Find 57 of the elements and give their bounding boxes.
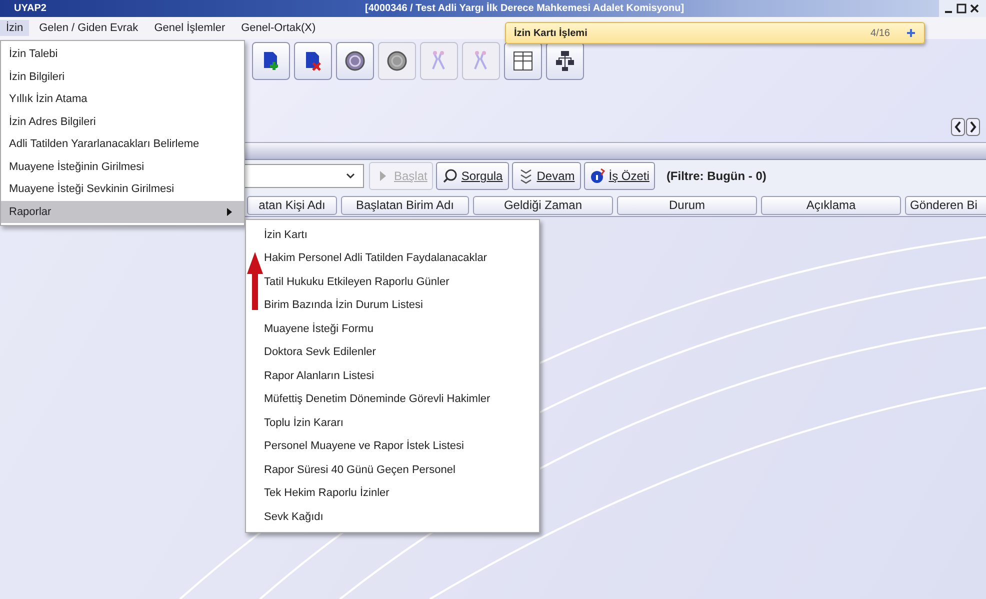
app-name: UYAP2 xyxy=(13,3,48,14)
submenu-item[interactable]: Müfettiş Denetim Döneminde Görevli Hakimler xyxy=(246,388,539,411)
column-header[interactable]: Başlatan Birim Adı xyxy=(341,196,469,215)
menu-item[interactable]: Raporlar xyxy=(1,200,244,223)
submenu-item[interactable]: Tek Hekim Raporlu İzinler xyxy=(246,482,539,505)
menu-bar-item[interactable]: Genel-Ortak(X) xyxy=(235,20,322,36)
submenu-item[interactable]: Hakim Personel Adli Tatilden Faydalanacaklar xyxy=(246,246,539,270)
submenu-item[interactable]: Doktora Sevk Edilenler xyxy=(246,340,539,364)
continue-button[interactable]: Devam xyxy=(512,162,581,190)
menu-item[interactable]: İzin Talebi xyxy=(1,43,244,66)
column-header[interactable]: Geldiği Zaman xyxy=(473,196,613,215)
search-icon xyxy=(442,168,458,184)
grid-icon xyxy=(511,49,535,73)
column-header[interactable]: Durum xyxy=(617,196,757,215)
dropdown-icon xyxy=(346,173,355,179)
search-button[interactable]: Sorgula xyxy=(436,162,509,190)
submenu-item[interactable]: Rapor Alanların Listesi xyxy=(246,364,539,388)
close-icon[interactable] xyxy=(969,3,980,14)
add-document-button[interactable] xyxy=(252,42,290,80)
submenu-item[interactable]: Personel Muayene ve Rapor İstek Listesi xyxy=(246,434,539,458)
circle-button[interactable] xyxy=(336,42,374,80)
submenu-item[interactable]: İzin Kartı xyxy=(246,223,539,246)
maximize-icon[interactable] xyxy=(956,3,967,14)
menu-bar-item[interactable]: Genel İşlemler xyxy=(148,20,232,36)
submenu-item[interactable]: Toplu İzin Kararı xyxy=(246,411,539,434)
menu-bar-item[interactable]: Gelen / Giden Evrak xyxy=(33,20,144,36)
summary-button[interactable]: İş Özeti xyxy=(584,162,656,190)
circle-icon xyxy=(385,49,409,73)
column-header[interactable]: Açıklama xyxy=(761,196,901,215)
menu-item[interactable]: İzin Bilgileri xyxy=(1,66,244,88)
circle-icon xyxy=(343,49,367,73)
submenu-item[interactable]: Tatil Hukuku Etkileyen Raporlu Günler xyxy=(246,270,539,294)
tree-button[interactable] xyxy=(546,42,584,80)
grid-button[interactable] xyxy=(504,42,542,80)
window-title: [4000346 / Test Adli Yargı İlk Derece Mahkemesi Adalet Komisyonu] xyxy=(365,3,686,14)
arrow-annotation xyxy=(247,252,263,310)
column-header[interactable]: atan Kişi Adı xyxy=(247,196,337,215)
tree-icon xyxy=(553,49,577,73)
plus-icon[interactable] xyxy=(906,28,916,38)
menu-item[interactable]: Adli Tatilden Yararlanacakları Belirleme xyxy=(1,133,244,156)
submenu-item[interactable]: Muayene İsteği Formu xyxy=(246,317,539,340)
notification-title: İzin Kartı İşlemi xyxy=(514,28,588,38)
info-icon xyxy=(590,168,606,184)
next-icon[interactable] xyxy=(966,118,980,136)
remove-document-button[interactable] xyxy=(294,42,332,80)
submenu-item[interactable]: Birim Bazında İzin Durum Listesi xyxy=(246,294,539,317)
menu-item[interactable]: Muayene İsteğinin Girilmesi xyxy=(1,156,244,178)
menu-item[interactable]: İzin Adres Bilgileri xyxy=(1,110,244,133)
previous-icon[interactable] xyxy=(951,118,965,136)
menu-item[interactable]: Yıllık İzin Atama xyxy=(1,88,244,110)
column-header[interactable]: Gönderen Bi xyxy=(905,196,986,215)
menu-bar-item[interactable]: İzin xyxy=(0,20,30,36)
notification-counter: 4/16 xyxy=(870,28,891,38)
submenu-item[interactable]: Rapor Süresi 40 Günü Geçen Personel xyxy=(246,458,539,482)
menu-item[interactable]: Muayene İsteği Sevkinin Girilmesi xyxy=(1,178,244,200)
submenu-item[interactable]: Sevk Kağıdı xyxy=(246,505,539,528)
filter-label: (Filtre: Bugün - 0) xyxy=(666,169,766,183)
